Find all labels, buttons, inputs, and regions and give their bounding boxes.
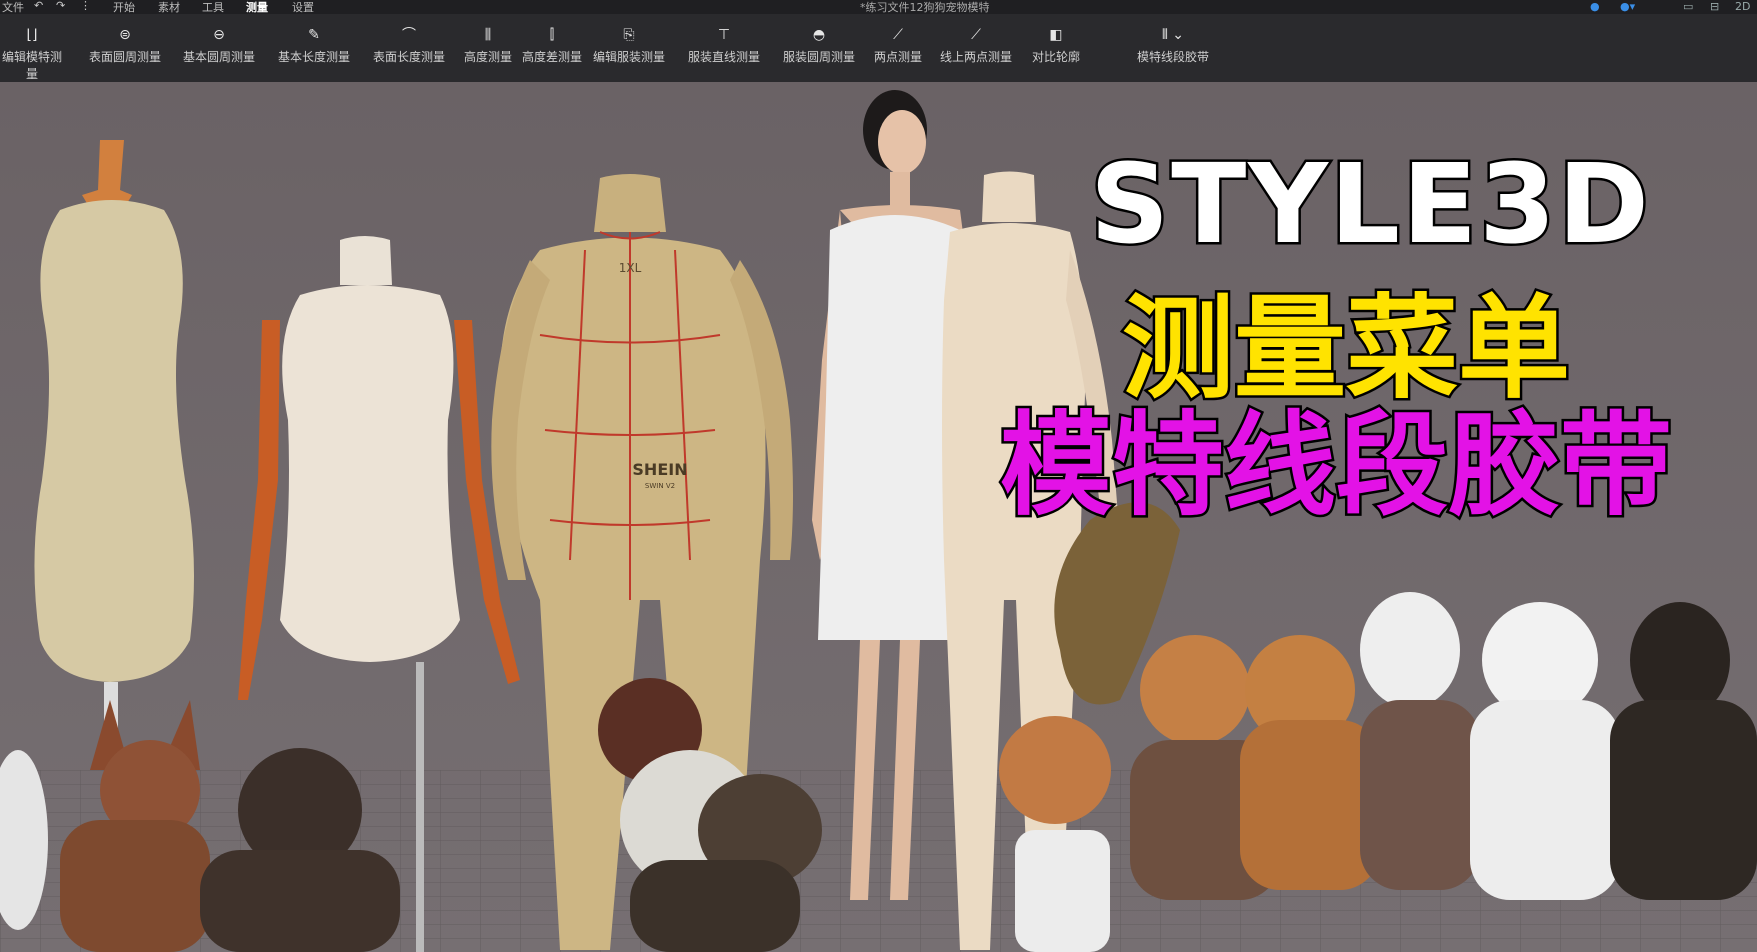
tool-avatar-tape[interactable]: ⫴ ⌄ 模特线段胶带: [1136, 28, 1210, 65]
surface-length-icon: ⌒: [402, 27, 416, 43]
form-brand-label: SHEIN: [632, 460, 687, 479]
line-two-point-icon: ⟋: [971, 27, 981, 43]
document-title: *练习文件12狗狗宠物模特: [860, 1, 990, 14]
menu-tools[interactable]: 工具: [202, 0, 224, 15]
tool-surface-length[interactable]: ⌒ 表面长度测量: [372, 28, 446, 65]
avatar-tape-icon: ⫴ ⌄: [1161, 27, 1185, 43]
edit-garment-measure-icon: ⎘: [623, 27, 635, 43]
menu-start[interactable]: 开始: [113, 0, 135, 15]
basic-length-icon: ✎: [308, 27, 320, 43]
overlay-avatar-tape-title: 模特线段胶带: [998, 399, 1675, 534]
tool-height[interactable]: ⫼ 高度测量: [462, 28, 514, 65]
menu-file[interactable]: 文件: [2, 0, 24, 15]
two-point-icon: ⟋: [893, 27, 903, 43]
dress-form-beige[interactable]: [34, 140, 194, 742]
tool-compare-outline[interactable]: ◧ 对比轮廓: [1029, 28, 1083, 65]
form-model-label: SWIN V2: [645, 482, 675, 490]
menu-measure[interactable]: 测量: [246, 0, 268, 15]
surface-circumference-icon: ⊜: [119, 27, 131, 43]
tool-garment-straight[interactable]: ⊤ 服装直线测量: [687, 28, 761, 65]
garment-circumference-icon: ◓: [812, 27, 826, 43]
menu-bar: 文件 ↶ ↷ ⋮ 开始 素材 工具 测量 设置 *练习文件12狗狗宠物模特 ● …: [0, 0, 1757, 14]
measure-toolbar: ⌊⌋ 编辑模特测量 ⊜ 表面圆周测量 ⊖ 基本圆周测量 ✎ 基本长度测量 ⌒ 表…: [0, 14, 1757, 83]
tool-line-two-point[interactable]: ⟋ 线上两点测量: [938, 28, 1014, 65]
view-2d-label[interactable]: 2D: [1735, 0, 1750, 13]
redo-icon[interactable]: ↷: [56, 0, 65, 12]
tool-basic-length[interactable]: ✎ 基本长度测量: [277, 28, 351, 65]
tool-garment-circumference[interactable]: ◓ 服装圆周测量: [782, 28, 856, 65]
compare-outline-icon: ◧: [1049, 27, 1063, 43]
basic-circumference-icon: ⊖: [213, 27, 225, 43]
tool-surface-circumference[interactable]: ⊜ 表面圆周测量: [88, 28, 162, 65]
tool-basic-circumference[interactable]: ⊖ 基本圆周测量: [182, 28, 256, 65]
form-size-label: 1XL: [619, 261, 642, 275]
overlay-brand-title: STYLE3D: [1088, 138, 1652, 271]
height-measure-icon: ⫼: [484, 27, 492, 43]
tool-edit-garment-measure[interactable]: ⎘ 编辑服装测量: [592, 28, 666, 65]
tool-two-point[interactable]: ⟋ 两点测量: [872, 28, 924, 65]
user-icon[interactable]: ●▾: [1620, 0, 1635, 13]
garment-straight-icon: ⊤: [717, 27, 731, 43]
edit-avatar-measure-icon: ⌊⌋: [26, 27, 38, 43]
tool-edit-avatar-measure[interactable]: ⌊⌋ 编辑模特测量: [0, 28, 66, 82]
info-icon[interactable]: ●: [1590, 0, 1600, 13]
height-diff-icon: ⫿: [549, 27, 555, 43]
layout-icon[interactable]: ▭: [1683, 0, 1693, 13]
undo-icon[interactable]: ↶: [34, 0, 43, 12]
tool-height-diff[interactable]: ⫿ 高度差测量: [521, 28, 583, 65]
menu-settings[interactable]: 设置: [292, 0, 314, 15]
menu-material[interactable]: 素材: [158, 0, 180, 15]
split-view-icon[interactable]: ⊟: [1710, 0, 1719, 13]
more-icon[interactable]: ⋮: [80, 0, 91, 12]
